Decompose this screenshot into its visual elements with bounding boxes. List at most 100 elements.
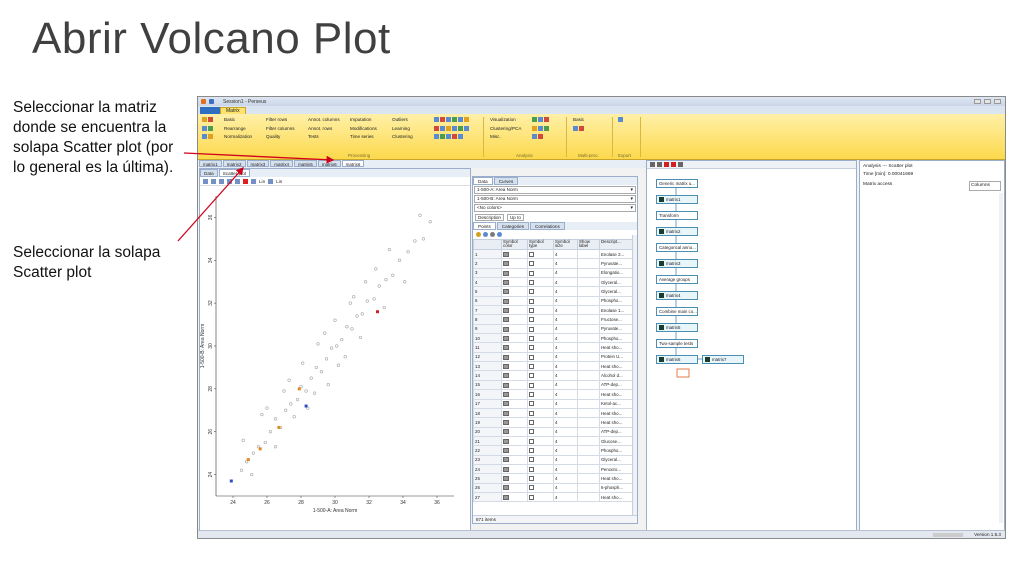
symbol-color-swatch[interactable] [503,345,509,351]
zoom-icon[interactable] [211,178,216,184]
minimize-button[interactable] [974,99,981,104]
export-icon[interactable] [618,117,623,123]
data-point[interactable] [350,327,354,331]
data-point[interactable] [374,267,378,271]
workflow-matrix-node[interactable]: matrix4 [656,291,698,300]
data-point[interactable] [292,415,296,419]
selection-handle[interactable] [676,368,690,378]
data-point[interactable] [250,472,254,477]
table-row[interactable]: 15 4 ATP-dep... [473,379,637,391]
menu-filter-rows[interactable]: Filter rows [266,116,295,125]
symbol-type-checkbox[interactable] [529,420,534,426]
symbol-type-checkbox[interactable] [529,410,534,416]
matrix-tab-1[interactable]: matrix1 [199,160,222,167]
symbol-color-swatch[interactable] [503,494,509,500]
menu-learning[interactable]: Learning [392,125,413,134]
table-row[interactable]: 14 4 Alcohol d... [473,370,637,381]
column-header[interactable]: Show label [577,239,600,250]
arrow-icon[interactable] [251,178,256,184]
column-header[interactable]: Symbol type [527,239,554,250]
data-point[interactable] [403,280,407,284]
workflow-matrix-node[interactable]: matrix2 [656,227,698,236]
data-point[interactable] [365,299,369,303]
save-plot-icon[interactable] [203,178,208,184]
tab-data[interactable]: Data [200,169,218,177]
data-point[interactable] [382,305,386,310]
highlighted-point[interactable] [277,425,281,429]
color-icon[interactable] [243,178,248,184]
symbol-color-swatch[interactable] [503,335,509,341]
data-point[interactable] [391,273,395,277]
symbol-type-checkbox[interactable] [529,457,534,463]
table-row[interactable]: 27 4 Heat sho... [473,491,637,503]
table-row[interactable]: 16 4 Heat sho... [473,389,637,400]
data-point[interactable] [263,440,267,445]
table-row[interactable]: 21 4 Glucose... [473,435,637,447]
data-point[interactable] [273,445,278,449]
symbol-color-swatch[interactable] [503,476,509,482]
data-point[interactable] [377,284,381,288]
menu-visualization[interactable]: Visualization [490,116,521,125]
symbol-type-checkbox[interactable] [529,382,534,388]
symbol-type-checkbox[interactable] [529,298,534,304]
data-point[interactable] [428,220,432,224]
table-scrollbar[interactable] [632,235,637,515]
matrix-tab-3[interactable]: matrix3 [246,160,270,167]
table-row[interactable]: 26 4 6-phosph... [473,482,637,493]
matrix-tab-6[interactable]: matrix6 [317,160,341,167]
symbol-color-swatch[interactable] [503,298,509,304]
palette-icon[interactable] [476,232,481,237]
data-point[interactable] [273,417,278,421]
symbol-color-swatch[interactable] [503,382,509,388]
data-point[interactable] [364,280,368,284]
symbol-color-swatch[interactable] [503,401,509,407]
menu-quality[interactable]: Quality [266,133,295,142]
highlighted-point[interactable] [246,458,250,462]
column-header[interactable] [473,239,502,250]
data-point[interactable] [348,301,352,305]
color-select[interactable]: <No colors> [474,204,636,212]
matrix-tab-4[interactable]: matrix4 [270,160,294,167]
close-button[interactable] [994,99,1001,104]
symbol-type-checkbox[interactable] [529,307,534,313]
data-point[interactable] [360,312,364,316]
data-point[interactable] [358,335,363,340]
tab-matrix[interactable]: Matrix [220,107,246,114]
tab-curves[interactable]: Curves [493,177,519,185]
table-row[interactable]: 17 4 Ketol-ac... [473,398,637,409]
data-point[interactable] [314,365,318,370]
save-icon[interactable] [209,99,214,104]
data-point[interactable] [418,213,422,217]
workflow-activity-node[interactable]: Two-sample tests [656,339,698,348]
data-point[interactable] [387,247,391,252]
symbol-color-swatch[interactable] [503,392,509,397]
data-point[interactable] [324,357,329,361]
symbol-color-swatch[interactable] [503,485,509,491]
symbol-type-checkbox[interactable] [529,373,534,379]
symbol-type-checkbox[interactable] [529,429,534,435]
menu-outliers[interactable]: Outliers [392,116,413,125]
data-point[interactable] [239,468,244,472]
data-point[interactable] [295,397,300,402]
workflow-activity-node[interactable]: Categorical anno... [656,243,698,252]
plus-icon[interactable] [227,178,232,184]
tab-correlations[interactable]: Correlations [530,222,565,230]
data-point[interactable] [343,355,347,359]
scatter-plot[interactable]: 24 26 28 30 32 34 36 24 26 28 30 32 34 36 1-500-A: Are… [200,186,470,538]
data-point[interactable] [309,376,313,380]
fit-icon[interactable] [235,178,240,184]
data-point[interactable] [265,406,269,410]
columns-select[interactable]: Columns [969,181,1001,191]
data-point[interactable] [398,258,402,262]
menu-tests[interactable]: Tests [308,133,340,142]
symbol-color-swatch[interactable] [503,410,509,416]
workflow-activity-node[interactable]: Combine main co... [656,307,698,316]
data-point[interactable] [330,346,334,350]
tab-categories[interactable]: Categories [496,222,529,230]
x-scale-select[interactable]: Lin [259,179,265,184]
symbol-type-checkbox[interactable] [529,317,534,323]
matrix-tab-5[interactable]: matrix5 [294,160,317,167]
highlighted-point[interactable] [304,404,308,408]
symbol-type-checkbox[interactable] [529,476,534,482]
symbol-type-checkbox[interactable] [529,448,534,454]
